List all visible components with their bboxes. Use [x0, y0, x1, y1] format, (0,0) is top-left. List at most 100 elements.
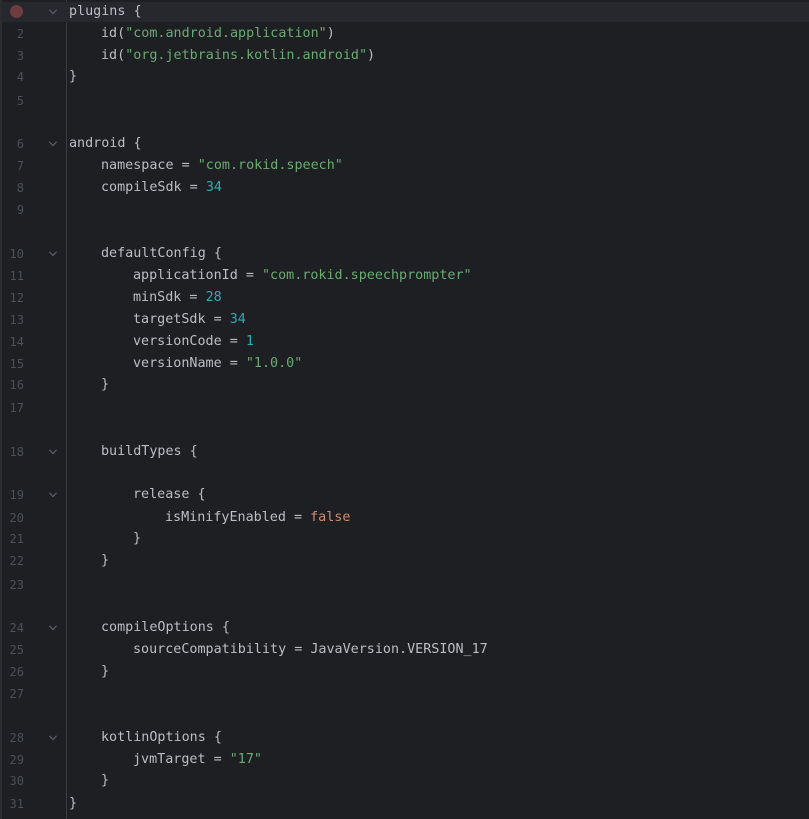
fold-chevron-icon[interactable] — [47, 618, 59, 638]
code-line[interactable]: 18 buildTypes { — [0, 442, 809, 462]
code-token: buildTypes { — [101, 444, 198, 459]
code-token: release { — [133, 487, 206, 502]
code-line[interactable]: 23 — [0, 575, 809, 595]
fold-chevron-icon[interactable] — [47, 2, 59, 22]
code-line[interactable]: 24 compileOptions { — [0, 618, 809, 638]
code-token: android { — [69, 136, 142, 151]
code-text: } — [69, 662, 109, 682]
code-line[interactable]: 17 — [0, 398, 809, 418]
code-line[interactable]: 15 versionName = "1.0.0" — [0, 354, 809, 374]
code-line[interactable]: 26} — [0, 662, 809, 682]
fold-chevron-icon[interactable] — [47, 442, 59, 462]
code-text: kotlinOptions { — [69, 728, 222, 748]
string-literal: "com.rokid.speech" — [197, 158, 343, 173]
code-token: id( — [101, 48, 126, 63]
code-token: targetSdk = — [133, 312, 230, 327]
code-line[interactable]: 6 android { — [0, 134, 809, 154]
code-token: ) — [326, 26, 335, 41]
breakpoint-icon[interactable] — [10, 5, 23, 18]
line-number: 30 — [9, 774, 24, 788]
code-text: compileOptions { — [69, 618, 230, 638]
code-text: jvmTarget = "17" — [69, 750, 262, 770]
code-token: compileOptions { — [101, 620, 230, 635]
code-line[interactable]: 2 id("com.android.application") — [0, 24, 809, 44]
code-line[interactable]: 5 — [0, 91, 809, 111]
code-token: id( — [101, 26, 126, 41]
line-number: 9 — [16, 203, 24, 217]
code-line[interactable]: 30} — [0, 771, 809, 791]
code-text: versionCode = 1 — [69, 332, 254, 352]
line-number: 18 — [9, 445, 24, 459]
line-number: 10 — [9, 247, 24, 261]
code-line[interactable]: 16} — [0, 375, 809, 395]
code-line[interactable]: 29 jvmTarget = "17" — [0, 750, 809, 770]
code-text: } — [69, 771, 109, 791]
fold-chevron-icon[interactable] — [47, 485, 59, 505]
code-text: plugins { — [69, 2, 142, 22]
line-number: 19 — [9, 488, 24, 502]
code-token: } — [101, 773, 110, 788]
code-editor[interactable]: plugins {2 id("com.android.application") 3… — [0, 0, 809, 819]
code-line[interactable]: 3 id("org.jetbrains.kotlin.android") — [0, 46, 809, 66]
line-number: 28 — [9, 731, 24, 745]
number-literal: 34 — [229, 312, 246, 327]
code-token: versionCode = — [133, 334, 246, 349]
code-line[interactable]: 31} — [0, 794, 809, 814]
code-line[interactable]: 8 compileSdk = 34 — [0, 178, 809, 198]
code-token: kotlinOptions { — [101, 730, 222, 745]
code-line[interactable]: plugins { — [0, 2, 809, 22]
fold-chevron-icon[interactable] — [47, 244, 59, 264]
code-token: jvmTarget = — [133, 752, 230, 767]
line-number: 13 — [9, 313, 24, 327]
line-number: 16 — [9, 378, 24, 392]
code-text: applicationId = "com.rokid.speechprompte… — [69, 266, 472, 286]
string-literal: "org.jetbrains.kotlin.android" — [125, 48, 368, 63]
code-line[interactable]: 4} — [0, 67, 809, 87]
code-line[interactable]: 27 — [0, 684, 809, 704]
code-token: applicationId = — [133, 268, 262, 283]
code-line[interactable]: 12 minSdk = 28 — [0, 288, 809, 308]
string-literal: "1.0.0" — [245, 356, 303, 371]
code-token: ) — [367, 48, 376, 63]
code-token: versionName = — [133, 356, 246, 371]
line-number: 7 — [16, 159, 24, 173]
code-line[interactable]: 19 release { — [0, 485, 809, 505]
code-line[interactable]: 21} — [0, 529, 809, 549]
keyword: false — [310, 510, 351, 525]
code-text: sourceCompatibility = JavaVersion.VERSIO… — [69, 640, 488, 660]
line-number: 3 — [16, 49, 24, 63]
code-token: isMinifyEnabled = — [165, 510, 311, 525]
code-text: } — [69, 529, 141, 549]
code-token: } — [101, 377, 110, 392]
line-number: 15 — [9, 357, 24, 371]
code-line[interactable]: 28 kotlinOptions { — [0, 728, 809, 748]
number-literal: 34 — [205, 180, 222, 195]
string-literal: "com.rokid.speechprompter" — [262, 268, 472, 283]
code-line[interactable]: 25 sourceCompatibility = JavaVersion.VERS… — [0, 640, 809, 660]
code-text: } — [69, 375, 109, 395]
code-token: sourceCompatibility = JavaVersion.VERSIO… — [133, 642, 488, 657]
code-token: plugins { — [69, 4, 142, 19]
code-line[interactable]: 7 namespace = "com.rokid.speech" — [0, 156, 809, 176]
code-text: namespace = "com.rokid.speech" — [69, 156, 343, 176]
line-number: 23 — [9, 578, 24, 592]
code-line[interactable]: 9 — [0, 200, 809, 220]
code-text: targetSdk = 34 — [69, 310, 246, 330]
fold-chevron-icon[interactable] — [47, 728, 59, 748]
code-text: defaultConfig { — [69, 244, 222, 264]
line-number: 2 — [16, 27, 24, 41]
code-text: compileSdk = 34 — [69, 178, 222, 198]
fold-chevron-icon[interactable] — [47, 134, 59, 154]
code-token: } — [69, 796, 78, 811]
code-token: } — [133, 531, 142, 546]
code-line[interactable]: 13 targetSdk = 34 — [0, 310, 809, 330]
code-line[interactable]: 14 versionCode = 1 — [0, 332, 809, 352]
string-literal: "com.android.application" — [125, 26, 327, 41]
code-line[interactable]: 20 isMinifyEnabled = false — [0, 508, 809, 528]
code-line[interactable]: 11 applicationId = "com.rokid.speechpromp… — [0, 266, 809, 286]
code-line[interactable]: 22} — [0, 551, 809, 571]
string-literal: "17" — [229, 752, 262, 767]
code-token: } — [101, 553, 110, 568]
code-line[interactable]: 10 defaultConfig { — [0, 244, 809, 264]
code-text: id("com.android.application") — [69, 24, 335, 44]
